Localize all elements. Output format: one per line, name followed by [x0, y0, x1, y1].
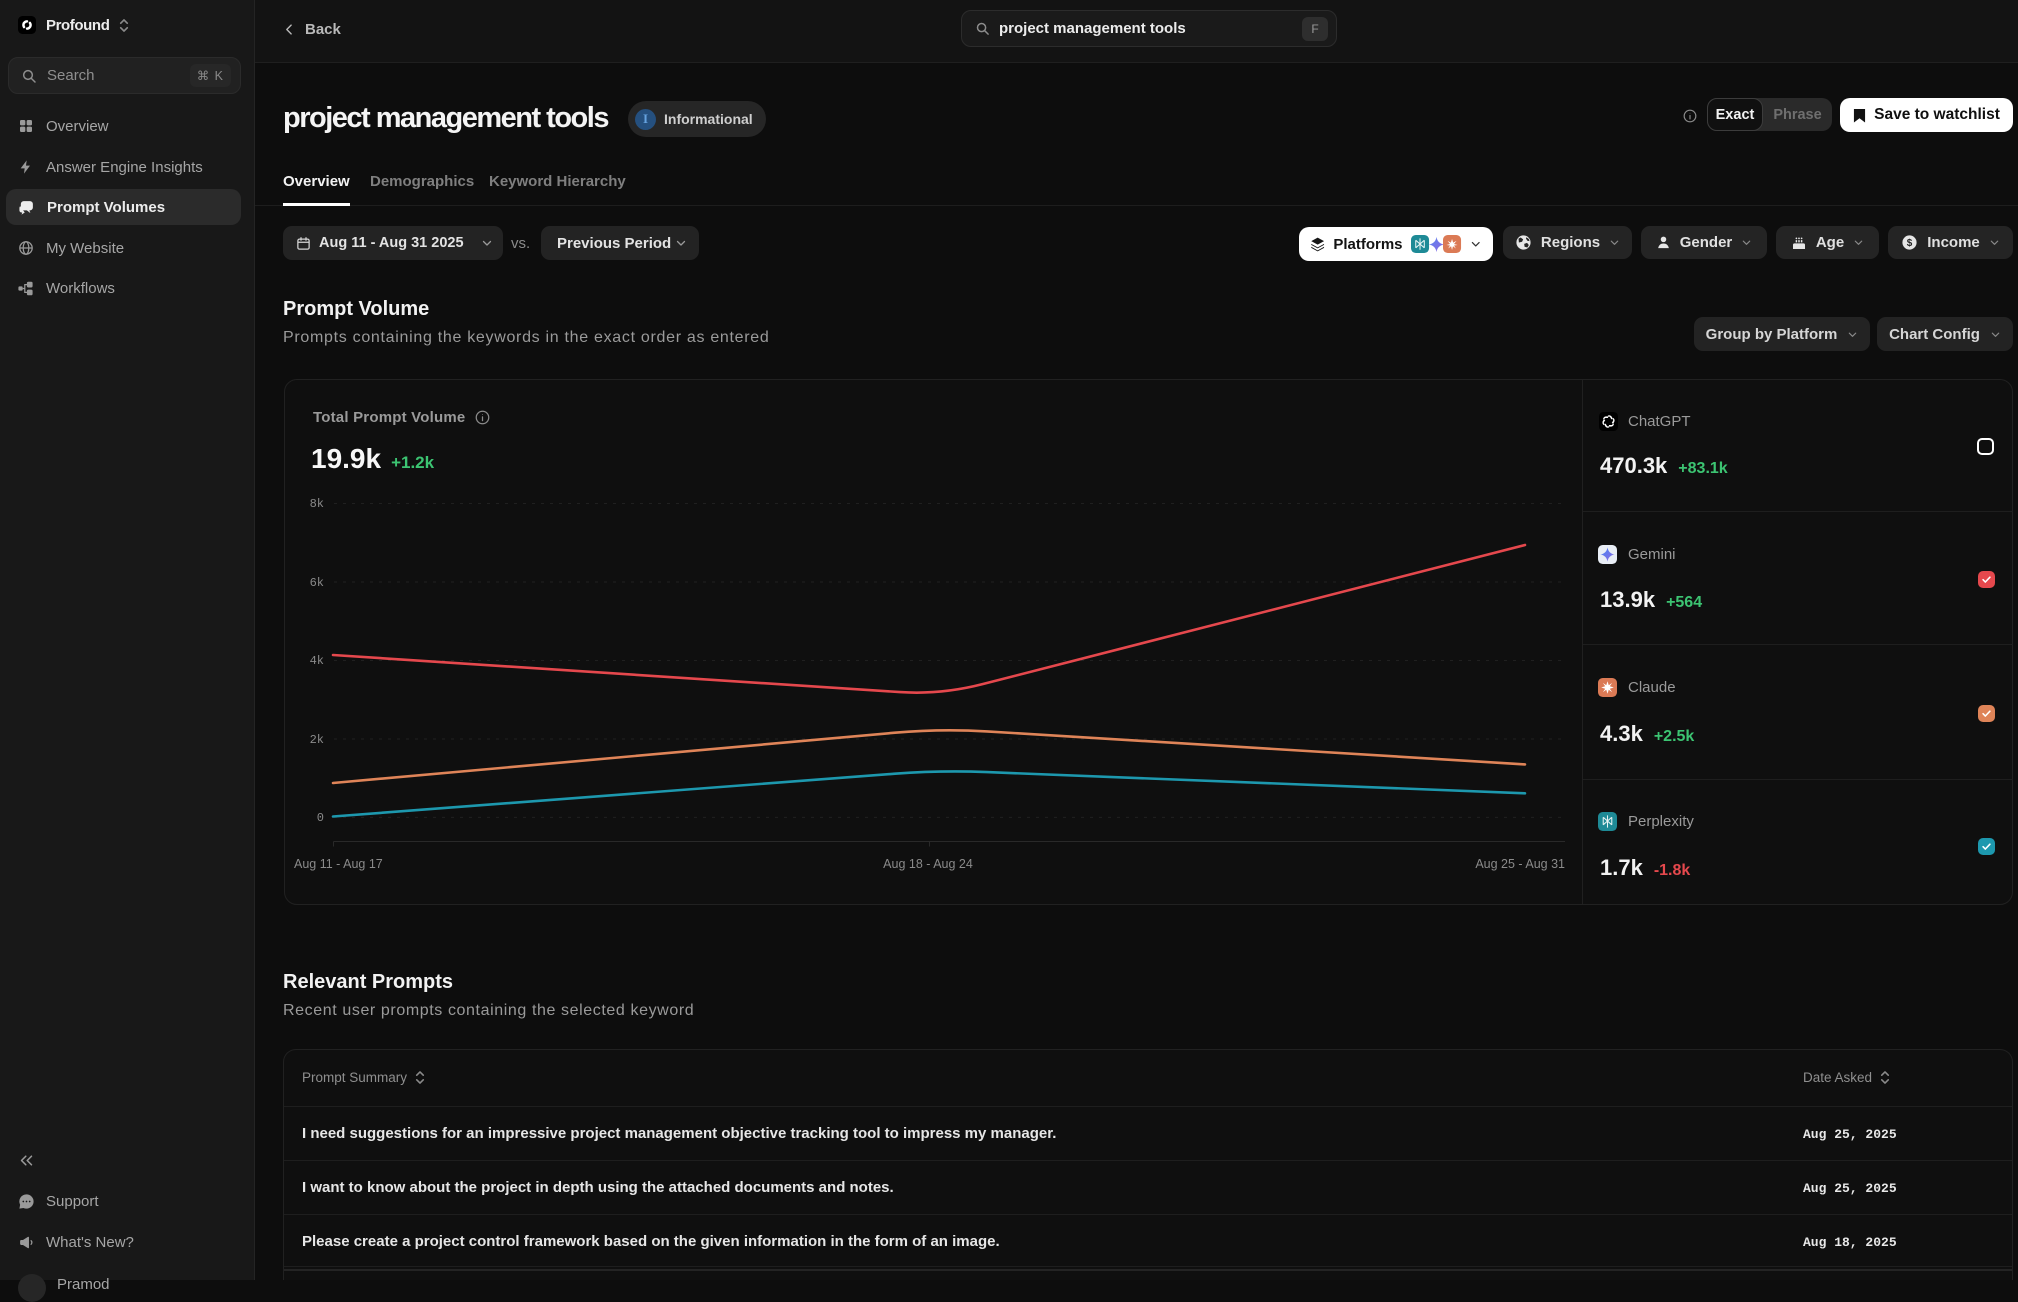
svg-text:$: $ — [1907, 238, 1913, 249]
